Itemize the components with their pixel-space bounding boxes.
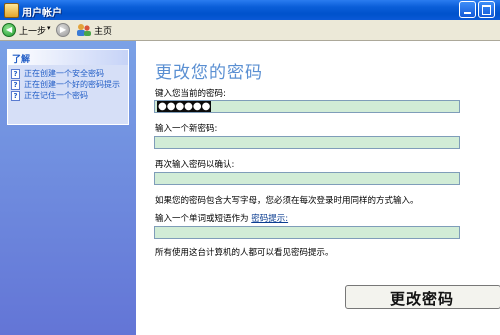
learn-item-secure-password[interactable]: ? 正在创建一个安全密码 — [11, 69, 128, 79]
learn-about-header: 了解 — [8, 50, 128, 65]
hint-prompt-label: 输入一个单词或短语作为 — [155, 214, 249, 224]
minimize-button[interactable] — [459, 1, 476, 18]
password-hint-link[interactable]: 密码提示: — [251, 214, 288, 224]
learn-item-password-hint[interactable]: ? 正在创建一个好的密码提示 — [11, 80, 128, 90]
users-icon — [77, 24, 91, 36]
toolbar: 上一步 ▾ 主页 — [0, 20, 500, 41]
learn-item-label: 正在创建一个安全密码 — [24, 69, 104, 78]
help-icon: ? — [11, 69, 20, 79]
window-title: 用户帐户 — [22, 8, 62, 19]
home-label: 主页 — [94, 27, 113, 37]
change-password-button[interactable]: 更改密码 — [345, 285, 500, 309]
home-button[interactable]: 主页 — [76, 22, 116, 38]
current-password-label: 键入您当前的密码: — [155, 89, 226, 99]
confirm-password-field[interactable] — [154, 172, 460, 185]
help-icon: ? — [11, 91, 20, 101]
maximize-button[interactable] — [478, 1, 495, 18]
hint-visibility-note: 所有使用这台计算机的人都可以看见密码提示。 — [155, 248, 334, 258]
back-button[interactable]: 上一步 ▾ — [2, 22, 54, 38]
hint-prompt-row: 输入一个单词或短语作为 密码提示: — [155, 212, 288, 224]
learn-item-remember-password[interactable]: ? 正在记住一个密码 — [11, 91, 128, 101]
current-password-field[interactable]: ●●●●●● — [154, 100, 460, 113]
back-label: 上一步 — [19, 27, 47, 37]
learn-about-list: ? 正在创建一个安全密码 ? 正在创建一个好的密码提示 ? 正在记住一个密码 — [8, 65, 128, 101]
learn-item-label: 正在创建一个好的密码提示 — [24, 80, 120, 89]
page-title: 更改您的密码 — [155, 63, 263, 83]
learn-about-panel: 了解 ? 正在创建一个安全密码 ? 正在创建一个好的密码提示 ? 正在记住一个密… — [7, 49, 129, 125]
new-password-field[interactable] — [154, 136, 460, 149]
help-icon: ? — [11, 80, 20, 90]
chevron-down-icon[interactable]: ▾ — [47, 24, 51, 32]
task-pane: 了解 ? 正在创建一个安全密码 ? 正在创建一个好的密码提示 ? 正在记住一个密… — [0, 41, 136, 335]
current-password-value: ●●●●●● — [157, 101, 212, 112]
title-bar: 用户帐户 — [0, 0, 500, 20]
confirm-password-label: 再次输入密码以确认: — [155, 160, 235, 170]
user-accounts-icon — [4, 3, 19, 18]
password-hint-field[interactable] — [154, 226, 460, 239]
case-sensitivity-note: 如果您的密码包含大写字母，您必须在每次登录时用同样的方式输入。 — [155, 196, 419, 206]
new-password-label: 输入一个新密码: — [155, 124, 218, 134]
learn-item-label: 正在记住一个密码 — [24, 91, 88, 100]
back-arrow-icon — [2, 23, 16, 37]
forward-button[interactable] — [56, 23, 70, 37]
